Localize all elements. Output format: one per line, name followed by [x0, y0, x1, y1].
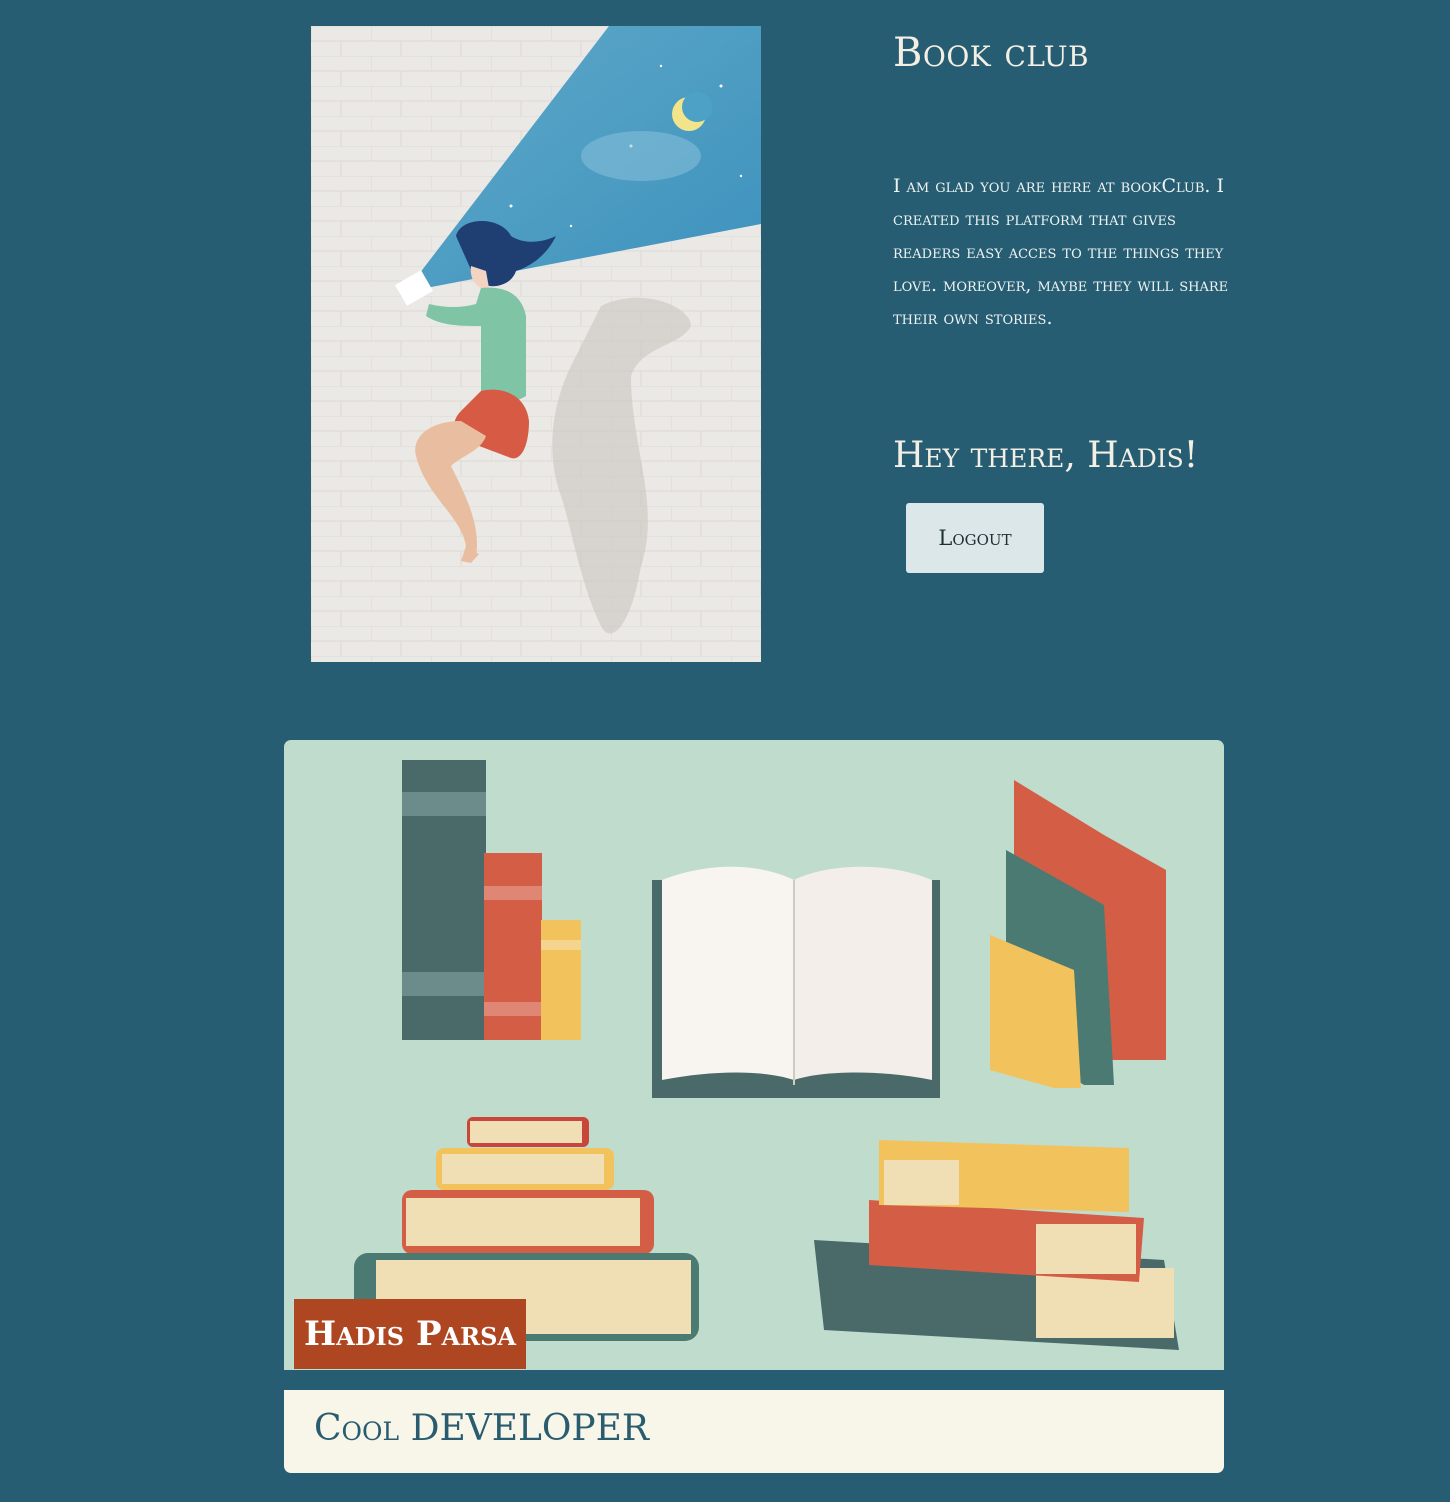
profile-role-bar: Cool DEVELOPER	[284, 1390, 1224, 1473]
profile-name-tag: Hadis Parsa	[294, 1299, 527, 1369]
girl-reading-illustration	[311, 26, 761, 662]
logout-button[interactable]: Logout	[906, 503, 1044, 573]
hero-illustration	[311, 26, 761, 662]
profile-card: Hadis Parsa Cool DEVELOPER	[284, 740, 1224, 1473]
intro-text: I am glad you are here at bookClub. I cr…	[893, 175, 1229, 329]
profile-role-text: Cool DEVELOPER	[314, 1408, 650, 1449]
user-greeting: Hey there, Hadis!	[893, 435, 1199, 476]
page-title: Book club	[893, 30, 1090, 76]
books-illustration	[284, 740, 1224, 1370]
